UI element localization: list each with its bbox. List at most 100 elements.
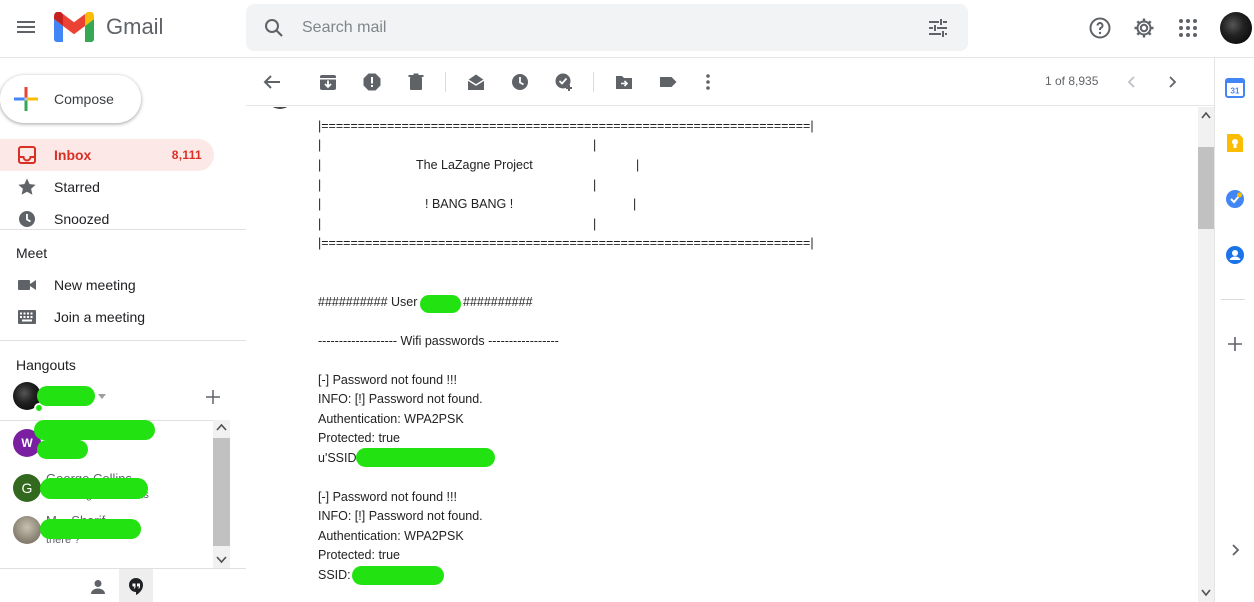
back-button[interactable] xyxy=(260,70,284,94)
archive-button[interactable] xyxy=(316,70,340,94)
search-icon[interactable] xyxy=(262,16,286,45)
wifi-section-header: ------------------- Wifi passwords -----… xyxy=(318,334,559,348)
banner-line: |! BANG BANG ! | xyxy=(318,197,637,211)
search-bar[interactable] xyxy=(246,4,968,51)
move-to-folder-icon xyxy=(616,76,632,89)
tasks-icon xyxy=(1226,190,1244,208)
user-header-right: ########## xyxy=(463,295,533,309)
gear-icon xyxy=(1134,18,1154,38)
labels-button[interactable] xyxy=(656,70,680,94)
gmail-logo[interactable]: Gmail xyxy=(54,12,163,42)
scroll-down-icon[interactable] xyxy=(1201,589,1211,597)
side-panel: 31 xyxy=(1214,58,1254,602)
redacted-ssid xyxy=(352,566,444,585)
pagination-count: 1 of 8,935 xyxy=(1045,74,1099,88)
video-icon xyxy=(0,275,54,295)
scroll-up-icon[interactable] xyxy=(216,423,227,431)
newer-button[interactable] xyxy=(1120,70,1144,94)
nav-label-inbox: Inbox xyxy=(54,147,92,163)
new-meeting-label: New meeting xyxy=(54,277,136,293)
keyboard-icon xyxy=(0,307,54,327)
account-avatar[interactable] xyxy=(1220,12,1252,44)
result-line: INFO: [!] Password not found. xyxy=(318,392,483,406)
search-input[interactable] xyxy=(302,14,862,42)
contacts-icon xyxy=(1226,246,1244,264)
banner-line: |=======================================… xyxy=(318,236,814,250)
get-addons-button[interactable] xyxy=(1221,330,1249,358)
banner-line: | | xyxy=(318,178,597,192)
result-line: [-] Password not found !!! xyxy=(318,373,457,387)
settings-button[interactable] xyxy=(1124,8,1164,48)
app-name: Gmail xyxy=(106,14,164,39)
result-line: Protected: true xyxy=(318,431,400,445)
gmail-m-icon xyxy=(54,12,94,42)
email-content: |=======================================… xyxy=(246,107,1198,602)
redacted-ssid xyxy=(356,448,495,467)
banner-line: | | xyxy=(318,138,596,152)
redacted-name xyxy=(40,478,148,499)
clock-icon xyxy=(0,209,54,229)
scrollbar-thumb[interactable] xyxy=(1198,147,1214,229)
side-divider xyxy=(1221,299,1245,300)
nav-item-inbox[interactable]: Inbox 8,111 xyxy=(0,139,214,171)
message-toolbar: 1 of 8,935 xyxy=(246,58,1214,106)
chevron-left-icon xyxy=(1127,76,1135,88)
hangouts-quote-icon xyxy=(129,578,143,595)
contacts-app-button[interactable] xyxy=(1221,241,1249,269)
back-arrow-icon xyxy=(263,75,280,89)
nav-item-snoozed[interactable]: Snoozed xyxy=(0,203,214,235)
report-spam-button[interactable] xyxy=(360,70,384,94)
sender-avatar[interactable] xyxy=(266,107,294,109)
scroll-up-icon[interactable] xyxy=(1201,111,1211,119)
plus-icon xyxy=(1228,337,1242,351)
banner-left-bar: | xyxy=(318,138,322,152)
join-meeting-item[interactable]: Join a meeting xyxy=(0,301,214,333)
meet-section-title: Meet xyxy=(16,245,48,261)
hangouts-bottom-tabs xyxy=(0,568,246,602)
scroll-down-icon[interactable] xyxy=(216,556,227,564)
apps-button[interactable] xyxy=(1168,8,1208,48)
add-task-icon xyxy=(555,73,572,91)
help-icon xyxy=(1089,17,1111,39)
chat-avatar-photo[interactable] xyxy=(13,516,41,544)
snooze-button[interactable] xyxy=(508,70,532,94)
tasks-app-button[interactable] xyxy=(1221,185,1249,213)
add-chat-icon[interactable] xyxy=(206,390,220,404)
compose-plus-icon xyxy=(14,87,38,111)
main-menu-button[interactable] xyxy=(6,7,46,47)
result-line: [-] Password not found !!! xyxy=(318,490,457,504)
search-options-icon[interactable] xyxy=(926,16,950,45)
trash-icon xyxy=(408,73,424,90)
bang-text: ! BANG BANG ! xyxy=(425,197,514,211)
divider xyxy=(0,229,246,230)
help-button[interactable] xyxy=(1080,8,1120,48)
compose-button[interactable]: Compose xyxy=(0,75,141,123)
show-side-panel-button[interactable] xyxy=(1221,536,1249,564)
divider xyxy=(0,340,246,341)
contacts-tab[interactable] xyxy=(88,577,108,602)
conversations-tab[interactable] xyxy=(119,569,153,602)
more-button[interactable] xyxy=(696,70,720,94)
status-dropdown-icon[interactable] xyxy=(98,394,106,400)
move-to-button[interactable] xyxy=(612,70,636,94)
nav-label-snoozed: Snoozed xyxy=(54,211,110,227)
user-header-left: ########## User xyxy=(318,295,418,309)
hamburger-icon xyxy=(17,21,35,33)
mark-unread-icon xyxy=(467,74,485,90)
delete-button[interactable] xyxy=(404,70,428,94)
chat-avatar[interactable]: G xyxy=(13,474,41,502)
keep-app-button[interactable] xyxy=(1221,129,1249,157)
nav-item-starred[interactable]: Starred xyxy=(0,171,214,203)
chevron-right-icon xyxy=(1232,544,1240,556)
calendar-app-button[interactable]: 31 xyxy=(1221,74,1249,102)
banner-right-bar: | xyxy=(593,138,597,152)
scrollbar-thumb[interactable] xyxy=(213,438,230,546)
banner-line: | The LaZagne Project | xyxy=(318,158,640,172)
add-to-tasks-button[interactable] xyxy=(552,70,576,94)
star-icon xyxy=(0,177,54,197)
mark-unread-button[interactable] xyxy=(464,70,488,94)
content-scrollbar[interactable] xyxy=(1198,107,1214,602)
new-meeting-item[interactable]: New meeting xyxy=(0,269,214,301)
older-button[interactable] xyxy=(1160,70,1184,94)
chat-scrollbar[interactable] xyxy=(213,420,230,568)
